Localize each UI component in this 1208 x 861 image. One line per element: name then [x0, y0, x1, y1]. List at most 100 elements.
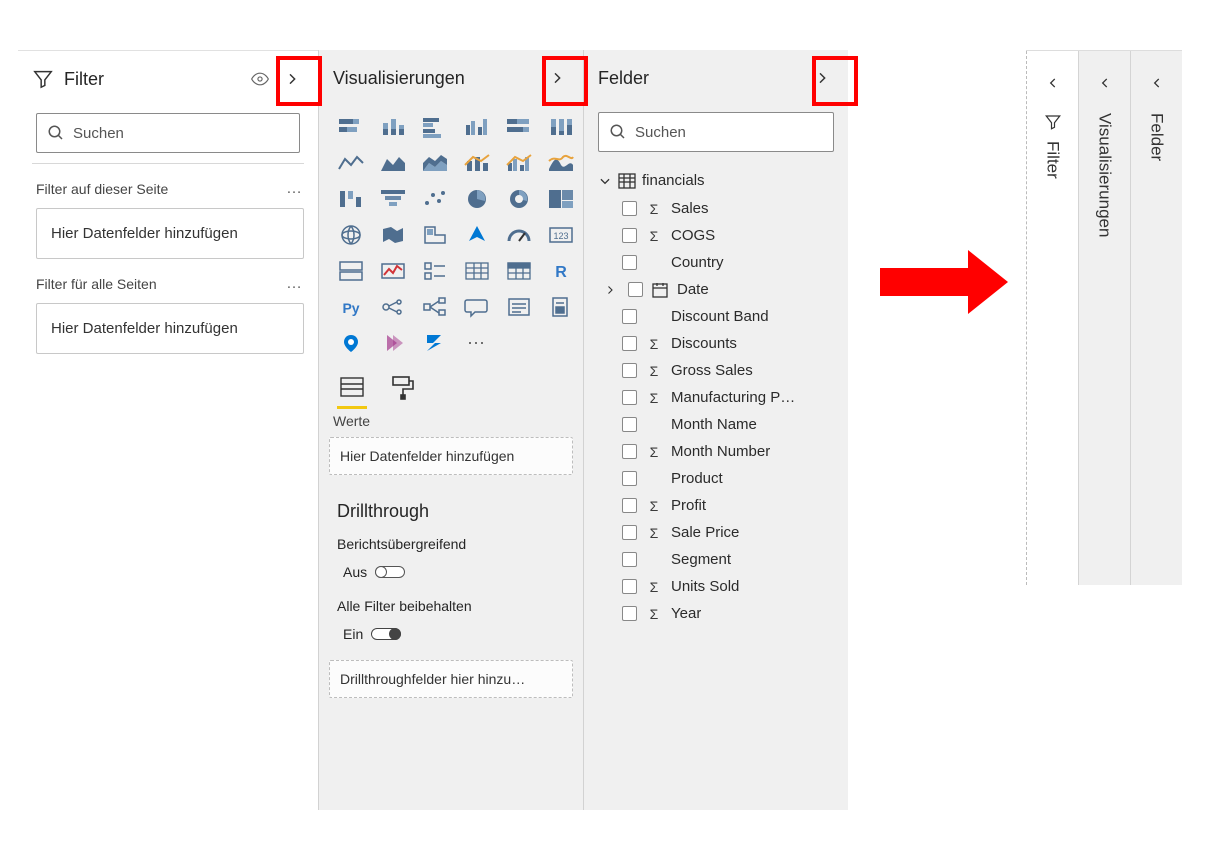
eye-icon[interactable]: [250, 69, 270, 89]
power-automate-icon[interactable]: [417, 328, 453, 358]
field-checkbox[interactable]: [622, 471, 637, 486]
field-item[interactable]: Country: [592, 249, 840, 276]
line-chart-icon[interactable]: [333, 148, 369, 178]
filter-all-dropzone[interactable]: Hier Datenfelder hinzufügen: [36, 303, 304, 354]
scatter-icon[interactable]: [417, 184, 453, 214]
field-item[interactable]: Segment: [592, 546, 840, 573]
smart-narrative-icon[interactable]: [501, 292, 537, 322]
pie-icon[interactable]: [459, 184, 495, 214]
waterfall-icon[interactable]: [333, 184, 369, 214]
fields-search-input[interactable]: Suchen: [598, 112, 834, 152]
azure-map-icon[interactable]: [459, 220, 495, 250]
paginated-report-icon[interactable]: [543, 292, 579, 322]
values-dropzone[interactable]: Hier Datenfelder hinzufügen: [329, 437, 573, 475]
format-tab[interactable]: [387, 374, 417, 409]
collapsed-filter-pane[interactable]: Filter: [1026, 51, 1078, 585]
powerapps-icon[interactable]: [375, 328, 411, 358]
field-item[interactable]: ΣSales: [592, 195, 840, 222]
field-item[interactable]: ΣYear: [592, 600, 840, 627]
fields-collapse-button[interactable]: [808, 64, 836, 92]
cross-report-toggle[interactable]: [375, 566, 405, 578]
map-icon[interactable]: [333, 220, 369, 250]
field-item[interactable]: ΣSale Price: [592, 519, 840, 546]
shape-map-icon[interactable]: [417, 220, 453, 250]
100-stacked-column-icon[interactable]: [543, 112, 579, 142]
clustered-column-icon[interactable]: [459, 112, 495, 142]
drillthrough-dropzone[interactable]: Drillthroughfelder hier hinzu…: [329, 660, 573, 698]
filter-page-dropzone[interactable]: Hier Datenfelder hinzufügen: [36, 208, 304, 259]
decomposition-tree-icon[interactable]: [417, 292, 453, 322]
collapsed-viz-pane[interactable]: Visualisierungen: [1078, 51, 1130, 585]
field-item[interactable]: ΣUnits Sold: [592, 573, 840, 600]
filter-section-all-label: Filter für alle Seiten: [36, 276, 157, 292]
stacked-area-icon[interactable]: [417, 148, 453, 178]
field-item[interactable]: ΣDiscounts: [592, 330, 840, 357]
field-checkbox[interactable]: [622, 417, 637, 432]
expand-fields-button[interactable]: [1131, 63, 1182, 103]
r-visual-icon[interactable]: R: [543, 256, 579, 286]
python-visual-icon[interactable]: Py: [333, 292, 369, 322]
multi-row-card-icon[interactable]: [333, 256, 369, 286]
line-clustered-column-icon[interactable]: [501, 148, 537, 178]
table-financials[interactable]: financials: [592, 166, 840, 195]
matrix-icon[interactable]: [501, 256, 537, 286]
filter-search-input[interactable]: Suchen: [36, 113, 300, 153]
field-checkbox[interactable]: [622, 201, 637, 216]
arcgis-icon[interactable]: [333, 328, 369, 358]
more-icon[interactable]: …: [286, 275, 304, 293]
ribbon-chart-icon[interactable]: [543, 148, 579, 178]
clustered-bar-icon[interactable]: [417, 112, 453, 142]
expand-viz-button[interactable]: [1079, 63, 1130, 103]
field-checkbox[interactable]: [622, 552, 637, 567]
field-item[interactable]: Month Name: [592, 411, 840, 438]
filter-collapse-button[interactable]: [278, 65, 306, 93]
field-checkbox[interactable]: [622, 498, 637, 513]
slicer-icon[interactable]: [417, 256, 453, 286]
field-item[interactable]: Discount Band: [592, 303, 840, 330]
stacked-column-icon[interactable]: [375, 112, 411, 142]
field-checkbox[interactable]: [622, 363, 637, 378]
more-visuals-icon[interactable]: ⋯: [459, 328, 495, 358]
visualizations-pane: Visualisierungen: [318, 50, 583, 810]
field-item[interactable]: ΣManufacturing P…: [592, 384, 840, 411]
field-item[interactable]: ΣGross Sales: [592, 357, 840, 384]
sigma-icon: Σ: [645, 525, 663, 541]
viz-gallery: 123 R Py ⋯: [319, 106, 583, 368]
field-item[interactable]: ΣMonth Number: [592, 438, 840, 465]
field-item[interactable]: Product: [592, 465, 840, 492]
field-item[interactable]: ΣCOGS: [592, 222, 840, 249]
keep-filters-toggle[interactable]: [371, 628, 401, 640]
stacked-bar-icon[interactable]: [333, 112, 369, 142]
key-influencers-icon[interactable]: [375, 292, 411, 322]
area-chart-icon[interactable]: [375, 148, 411, 178]
funnel-chart-icon[interactable]: [375, 184, 411, 214]
card-icon[interactable]: 123: [543, 220, 579, 250]
field-name: Product: [671, 470, 723, 487]
field-checkbox[interactable]: [622, 525, 637, 540]
field-checkbox[interactable]: [622, 606, 637, 621]
field-checkbox[interactable]: [622, 390, 637, 405]
treemap-icon[interactable]: [543, 184, 579, 214]
field-checkbox[interactable]: [622, 309, 637, 324]
expand-filter-button[interactable]: [1027, 63, 1078, 103]
table-icon[interactable]: [459, 256, 495, 286]
kpi-icon[interactable]: [375, 256, 411, 286]
field-checkbox[interactable]: [622, 255, 637, 270]
more-icon[interactable]: …: [286, 180, 304, 198]
field-item[interactable]: Date: [592, 276, 840, 303]
qna-icon[interactable]: [459, 292, 495, 322]
field-item[interactable]: ΣProfit: [592, 492, 840, 519]
collapsed-fields-pane[interactable]: Felder: [1130, 51, 1182, 585]
field-checkbox[interactable]: [628, 282, 643, 297]
fields-tab[interactable]: [337, 374, 367, 409]
field-checkbox[interactable]: [622, 228, 637, 243]
field-checkbox[interactable]: [622, 336, 637, 351]
gauge-icon[interactable]: [501, 220, 537, 250]
line-stacked-column-icon[interactable]: [459, 148, 495, 178]
100-stacked-bar-icon[interactable]: [501, 112, 537, 142]
donut-icon[interactable]: [501, 184, 537, 214]
viz-collapse-button[interactable]: [543, 64, 571, 92]
field-checkbox[interactable]: [622, 579, 637, 594]
field-checkbox[interactable]: [622, 444, 637, 459]
filled-map-icon[interactable]: [375, 220, 411, 250]
